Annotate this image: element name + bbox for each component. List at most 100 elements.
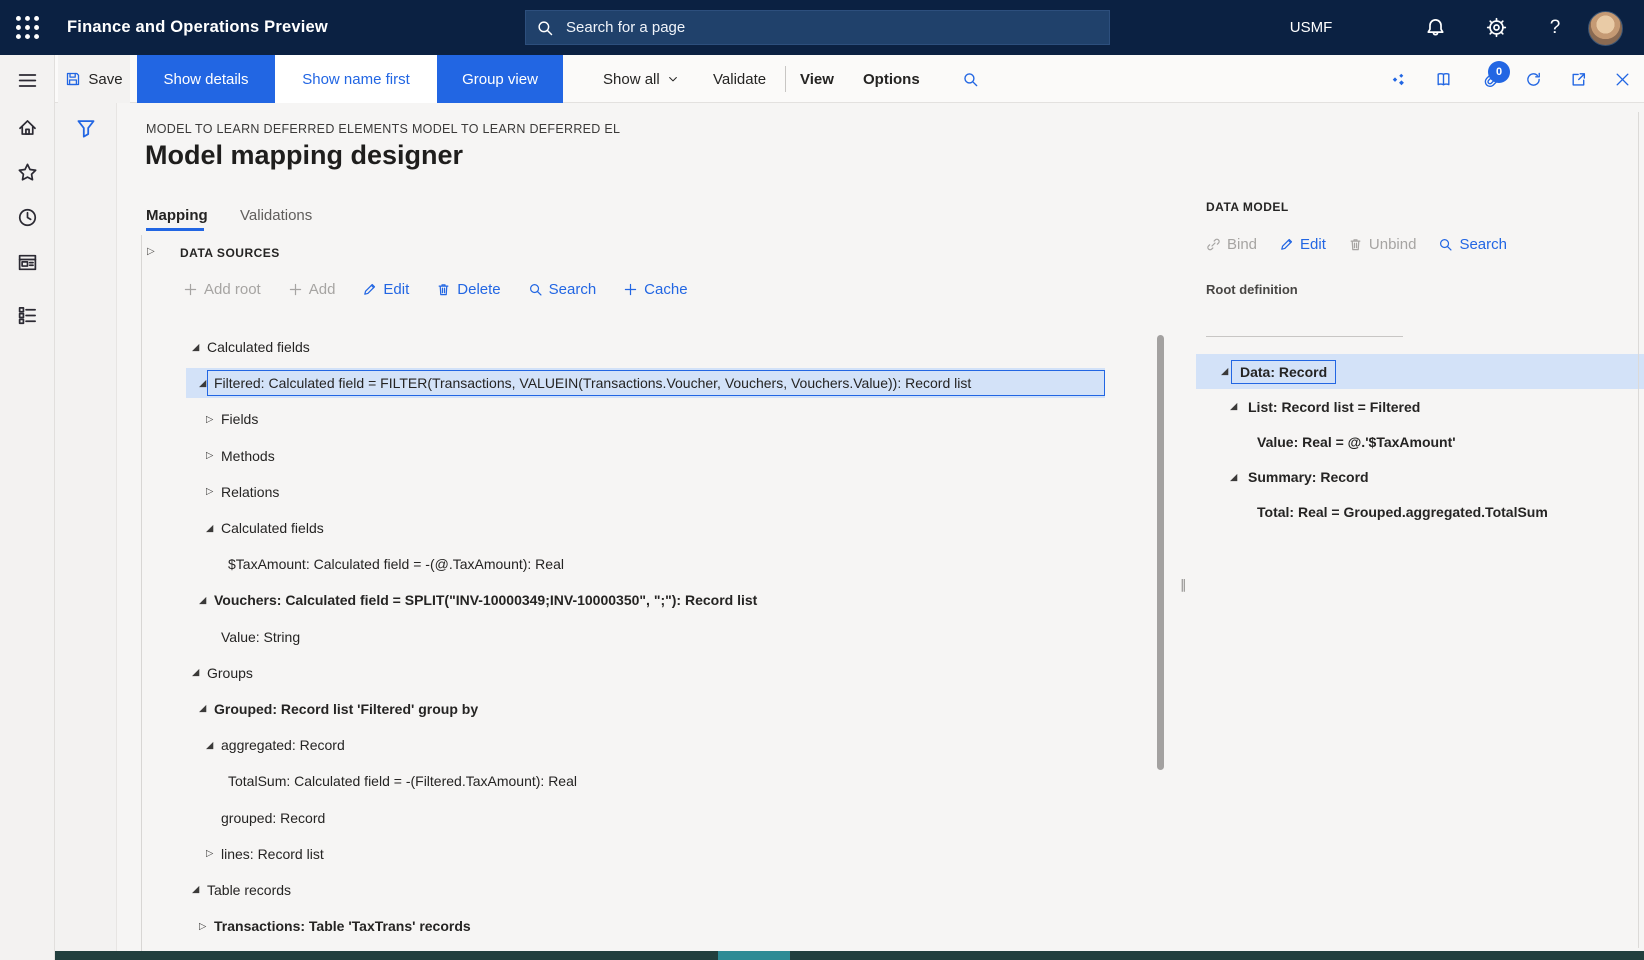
validate-button[interactable]: Validate [713,55,766,103]
horizontal-scrollbar-thumb[interactable] [718,951,790,960]
expanded-triangle-icon[interactable]: ◢ [192,342,207,353]
app-title: Finance and Operations Preview [67,0,328,55]
tree-row[interactable]: ▷Relations [141,474,1153,510]
tree-row[interactable]: ◢Summary: Record [1196,460,1644,495]
refresh-icon[interactable] [1519,55,1547,103]
search-action[interactable]: Search [1438,236,1507,253]
global-search-box[interactable] [525,10,1110,45]
company-picker[interactable]: USMF [1285,0,1337,55]
tree-row-label: lines: Record list [221,846,324,862]
expanded-triangle-icon[interactable]: ◢ [1230,401,1248,412]
tree-vertical-scrollbar[interactable] [1157,335,1164,770]
filter-funnel-icon[interactable] [75,117,97,139]
collapsed-triangle-icon[interactable]: ▷ [206,486,221,497]
expanded-triangle-icon[interactable]: ◢ [206,740,221,751]
section-collapse-icon[interactable]: ▷ [147,246,155,257]
expanded-triangle-icon[interactable]: ◢ [192,884,207,895]
tree-row[interactable]: ▷lines: Record list [141,836,1153,872]
tree-row[interactable]: Value: Real = @.'$TaxAmount' [1196,424,1644,459]
tree-row-label: grouped: Record [221,810,325,826]
workspaces-list-icon[interactable] [0,298,55,332]
tree-row[interactable]: ◢aggregated: Record [141,727,1153,763]
delete-action[interactable]: Delete [436,281,500,298]
tree-row-label: $TaxAmount: Calculated field = -(@.TaxAm… [228,556,564,572]
tab-mapping[interactable]: Mapping [146,207,208,224]
help-icon[interactable]: ? [1540,0,1570,55]
tree-row[interactable]: ◢Data: Record [1196,354,1644,389]
tree-row[interactable]: ◢Calculated fields [141,510,1153,546]
collapsed-triangle-icon[interactable]: ▷ [206,848,221,859]
tree-row[interactable]: Total: Real = Grouped.aggregated.TotalSu… [1196,495,1644,530]
open-in-new-window-icon[interactable] [1564,55,1592,103]
tree-row[interactable]: ◢List: Record list = Filtered [1196,389,1644,424]
show-details-label: Show details [163,71,248,88]
favorites-star-icon[interactable] [0,155,55,189]
notifications-bell-icon[interactable] [1420,0,1450,55]
tree-row-label: Value: String [221,629,300,645]
toolbar-separator [785,66,786,92]
data-model-action-bar: BindEditUnbindSearch [1206,236,1507,253]
global-search-input[interactable] [564,18,1099,37]
tree-row[interactable]: $TaxAmount: Calculated field = -(@.TaxAm… [141,546,1153,582]
expanded-triangle-icon[interactable]: ◢ [1230,472,1248,483]
data-sources-tree: ◢Calculated fields◢Filtered: Calculated … [141,329,1153,944]
group-view-button[interactable]: Group view [437,55,563,103]
tree-row[interactable]: ◢Filtered: Calculated field = FILTER(Tra… [141,365,1153,401]
tree-row[interactable]: grouped: Record [141,799,1153,835]
page-title: Model mapping designer [145,140,463,171]
home-icon[interactable] [0,110,55,144]
tree-row[interactable]: ◢Calculated fields [141,329,1153,365]
tree-row-label: Groups [207,665,253,681]
tab-validations[interactable]: Validations [240,207,312,224]
options-label: Options [863,71,920,88]
expanded-triangle-icon[interactable]: ◢ [192,667,207,678]
user-avatar[interactable] [1588,11,1623,46]
expanded-triangle-icon[interactable]: ◢ [206,523,221,534]
show-details-button[interactable]: Show details [137,55,275,103]
tree-row-label: Fields [221,411,258,427]
tree-row[interactable]: TotalSum: Calculated field = -(Filtered.… [141,763,1153,799]
tree-row[interactable]: ▷Transactions: Table 'TaxTrans' records [141,908,1153,944]
office-apps-icon[interactable] [1429,55,1457,103]
tree-row[interactable]: ▷Fields [141,401,1153,437]
save-button[interactable]: Save [58,55,130,103]
toolbar-search-icon[interactable] [955,55,985,103]
plus-icon [183,282,198,297]
tree-row[interactable]: ▷Methods [141,438,1153,474]
plus-icon [623,282,638,297]
tree-row-label: Methods [221,448,275,464]
waffle-icon[interactable] [13,13,42,42]
view-menu[interactable]: View [800,55,834,103]
panel-splitter-handle[interactable]: ∥ [1180,577,1187,593]
horizontal-scrollbar-track[interactable] [55,951,1644,960]
search-icon [1438,237,1453,252]
tree-row[interactable]: ◢Table records [141,872,1153,908]
tree-row-label: aggregated: Record [221,737,345,753]
cache-action[interactable]: Cache [623,281,687,298]
tree-row[interactable]: ◢Vouchers: Calculated field = SPLIT("INV… [141,582,1153,618]
add-action: Add [288,281,336,298]
save-icon [65,71,81,87]
action-label: Edit [1300,236,1326,253]
tree-row[interactable]: ◢Groups [141,655,1153,691]
expanded-triangle-icon[interactable]: ◢ [199,595,214,606]
forms-window-icon[interactable] [0,245,55,279]
recent-clock-icon[interactable] [0,200,55,234]
tree-row[interactable]: ◢Grouped: Record list 'Filtered' group b… [141,691,1153,727]
search-action[interactable]: Search [528,281,597,298]
close-icon[interactable] [1608,55,1636,103]
edit-action[interactable]: Edit [1279,236,1326,253]
designer-diamonds-icon[interactable] [1384,55,1412,103]
options-menu[interactable]: Options [863,55,920,103]
edit-action[interactable]: Edit [362,281,409,298]
action-label: Cache [644,281,687,298]
collapsed-triangle-icon[interactable]: ▷ [206,450,221,461]
show-name-first-button[interactable]: Show name first [275,55,437,103]
tree-row[interactable]: Value: String [141,619,1153,655]
settings-gear-icon[interactable] [1481,0,1511,55]
expanded-triangle-icon[interactable]: ◢ [199,703,214,714]
collapsed-triangle-icon[interactable]: ▷ [206,414,221,425]
show-all-dropdown[interactable]: Show all [603,55,679,103]
collapsed-triangle-icon[interactable]: ▷ [199,921,214,932]
menu-hamburger-icon[interactable] [0,63,55,97]
